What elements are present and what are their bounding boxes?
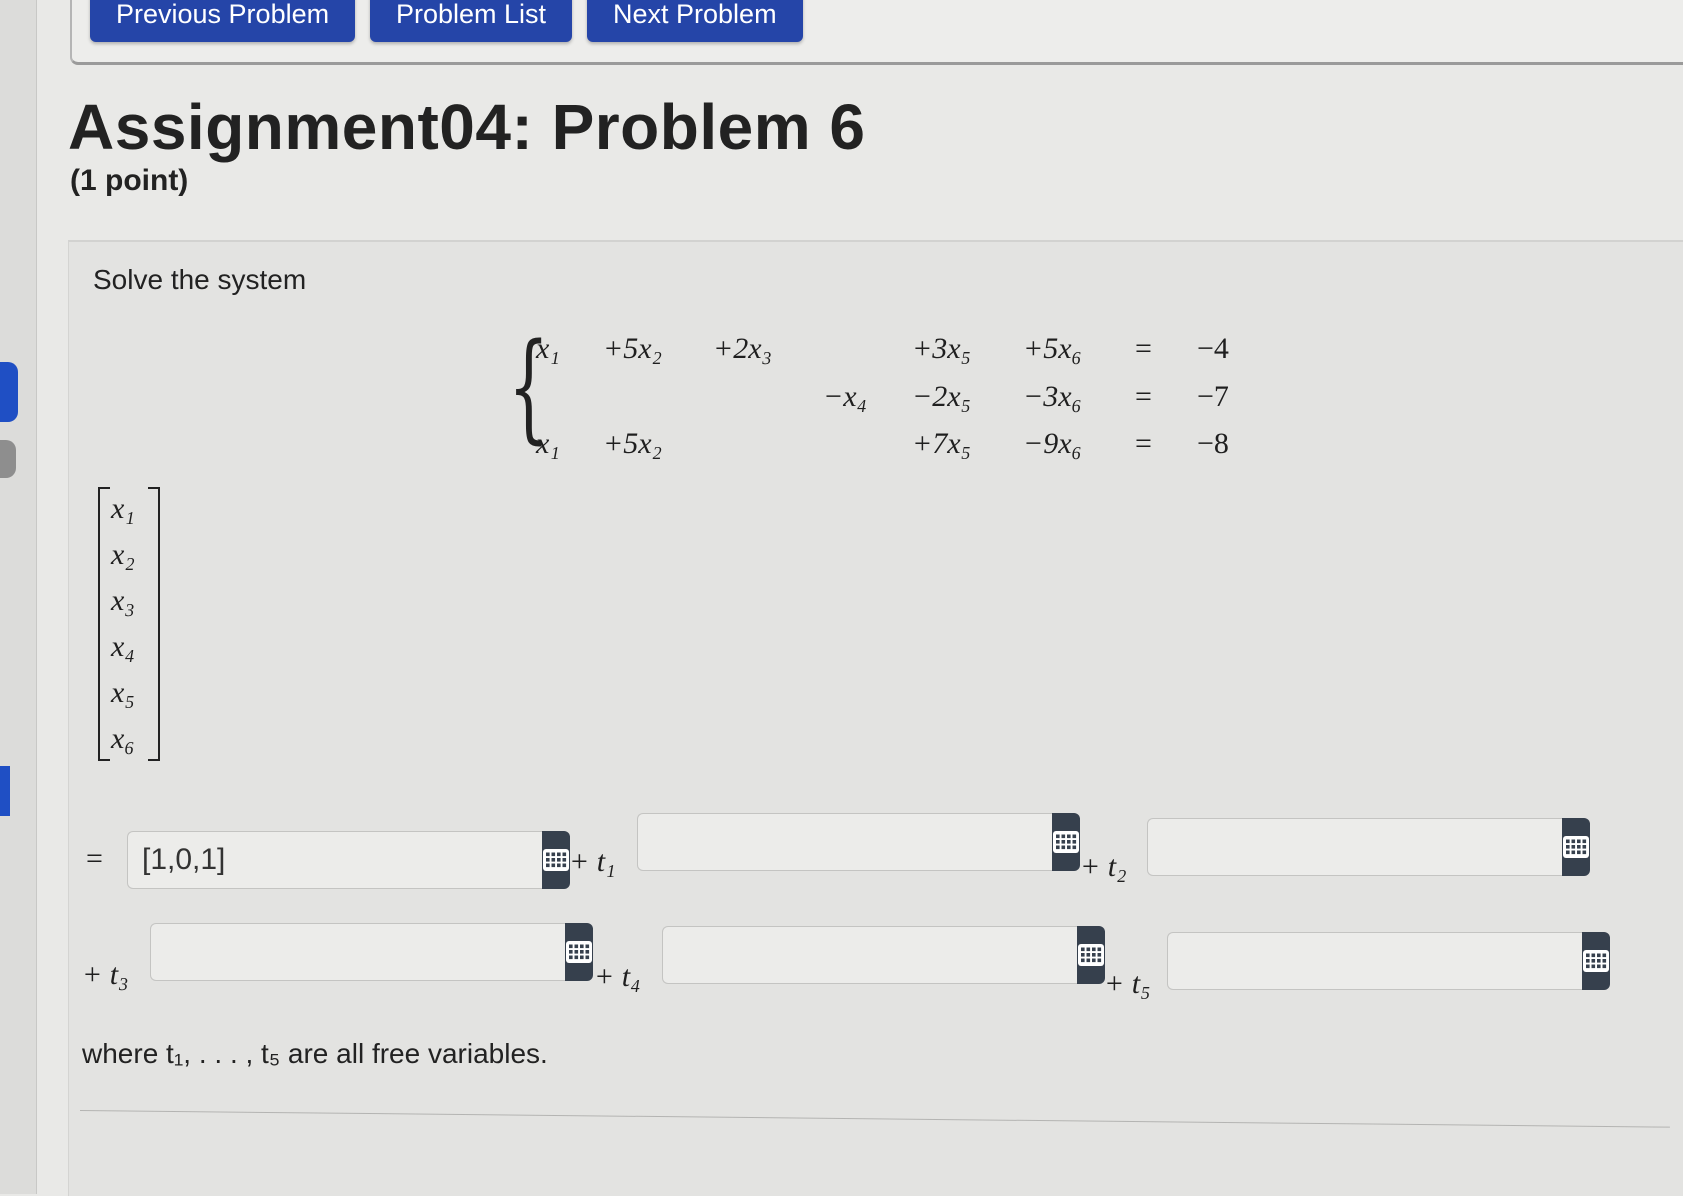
grid-keypad-icon [566, 941, 592, 963]
answer-field-4 [662, 926, 1105, 984]
free-variable-coefficient: + t₄ [594, 960, 641, 993]
answer-field-3 [150, 923, 593, 981]
system-term-r3-c7: = [1135, 427, 1152, 460]
system-term-r3-c2: +5x₂ [603, 427, 662, 460]
answer-input-5[interactable] [1167, 932, 1582, 990]
vector-entry: x₆ [111, 722, 135, 755]
answer-input-1[interactable] [637, 813, 1052, 871]
equals-sign: = [86, 842, 103, 875]
vector-entry: x₁ [111, 492, 135, 525]
sidebar-tab-highlight[interactable] [0, 766, 10, 816]
system-term-r1-c8: −4 [1197, 332, 1229, 365]
problem-points: (1 point) [70, 164, 189, 197]
answer-input-3[interactable] [150, 923, 565, 981]
system-term-r1-c5: +3x₅ [912, 332, 971, 365]
vector-entry: x₃ [111, 584, 135, 617]
answer-palette-button[interactable] [1562, 818, 1590, 876]
vector-entry: x₂ [111, 538, 135, 571]
vector-left-bracket [98, 487, 110, 761]
system-term-r3-c8: −8 [1197, 427, 1229, 460]
free-variables-note: where t₁, . . . , t₅ are all free variab… [82, 1038, 548, 1069]
answer-field-5 [1167, 932, 1610, 990]
answer-field-2 [1147, 818, 1590, 876]
grid-keypad-icon [1583, 950, 1609, 972]
system-term-r2-c7: = [1135, 380, 1152, 413]
grid-keypad-icon [1053, 831, 1079, 853]
left-sidebar-strip [0, 0, 37, 1194]
previous-problem-button[interactable]: Previous Problem [90, 0, 356, 42]
system-term-r1-c3: +2x₃ [713, 332, 772, 365]
grid-keypad-icon [1563, 836, 1589, 858]
grid-keypad-icon [1078, 944, 1104, 966]
system-term-r2-c4: −x₄ [823, 380, 867, 413]
page-title: Assignment04: Problem 6 [68, 91, 866, 163]
free-variable-coefficient: + t₁ [569, 845, 616, 878]
answer-input-4[interactable] [662, 926, 1077, 984]
sidebar-tab-active[interactable] [0, 362, 18, 422]
system-term-r1-c2: +5x₂ [603, 332, 662, 365]
system-term-r1-c6: +5x₆ [1023, 332, 1082, 365]
system-term-r3-c1: x₁ [536, 427, 560, 460]
free-variable-coefficient: + t₃ [82, 958, 129, 991]
system-term-r2-c8: −7 [1197, 380, 1229, 413]
free-variable-coefficient: + t₂ [1080, 850, 1127, 883]
system-term-r1-c7: = [1135, 332, 1152, 365]
next-problem-button[interactable]: Next Problem [587, 0, 803, 42]
problem-prompt: Solve the system [93, 264, 307, 295]
answer-palette-button[interactable] [1077, 926, 1105, 984]
answer-field-1 [637, 813, 1080, 871]
vector-right-bracket [148, 487, 160, 761]
answer-input-2[interactable] [1147, 818, 1562, 876]
system-term-r2-c6: −3x₆ [1023, 380, 1082, 413]
vector-entry: x₅ [111, 676, 135, 709]
answer-palette-button[interactable] [565, 923, 593, 981]
problem-list-button[interactable]: Problem List [370, 0, 573, 42]
answer-field-0 [127, 831, 570, 889]
system-term-r2-c5: −2x₅ [912, 380, 971, 413]
answer-palette-button[interactable] [1052, 813, 1080, 871]
system-term-r1-c1: x₁ [536, 332, 560, 365]
system-term-r3-c5: +7x₅ [912, 427, 971, 460]
answer-palette-button[interactable] [1582, 932, 1610, 990]
free-variable-coefficient: + t₅ [1104, 967, 1151, 1000]
vector-entry: x₄ [111, 630, 135, 663]
system-term-r3-c6: −9x₆ [1023, 427, 1082, 460]
grid-keypad-icon [543, 849, 569, 871]
answer-input-0[interactable] [127, 831, 542, 889]
sidebar-tab-inactive[interactable] [0, 440, 16, 478]
problem-nav-bar: Previous Problem Problem List Next Probl… [70, 0, 1683, 65]
answer-palette-button[interactable] [542, 831, 570, 889]
